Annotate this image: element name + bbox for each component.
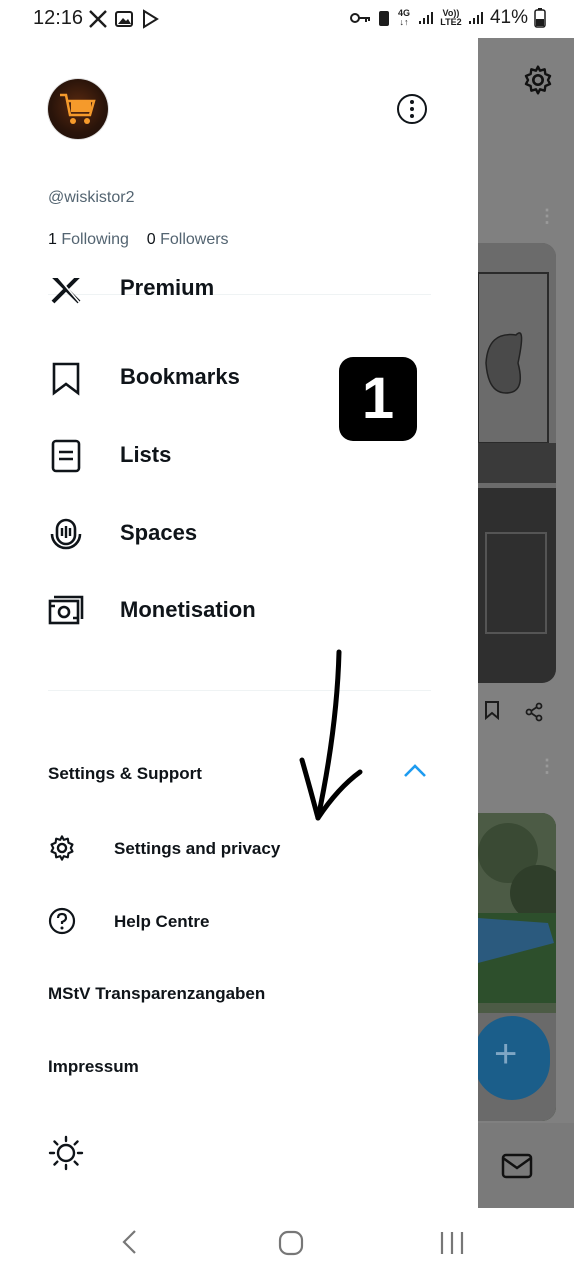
nav-item-premium[interactable]: Premium [48, 278, 448, 314]
signal-icon-2 [468, 12, 483, 24]
theme-toggle-sun-icon[interactable] [48, 1135, 84, 1171]
money-icon [48, 595, 84, 625]
nav-label-lists: Lists [120, 442, 172, 467]
side-drawer: @wiskistor2 1 Following 0 Followers Prem… [0, 38, 478, 1208]
vpn-key-icon [349, 13, 370, 23]
nav-label-premium: Premium [120, 278, 215, 300]
annotation-arrow-icon [299, 649, 363, 821]
background-bookmark-icon [485, 701, 499, 720]
battery-saver-icon [378, 11, 389, 26]
plus-icon: + [494, 1032, 518, 1076]
help-centre-item[interactable]: Help Centre [48, 901, 428, 941]
brain-display-image [478, 243, 556, 683]
step-number-badge: 1 [339, 357, 417, 441]
following-link[interactable]: 1 Following [48, 231, 129, 248]
help-icon [48, 907, 76, 935]
chevron-up-icon[interactable] [402, 761, 428, 781]
follow-stats: 1 Following 0 Followers [48, 231, 229, 249]
nav-item-spaces[interactable]: Spaces [48, 509, 448, 559]
status-notification-icons [88, 9, 160, 29]
settings-and-privacy-label: Settings and privacy [114, 839, 281, 858]
nav-label-bookmarks: Bookmarks [120, 364, 240, 389]
back-icon[interactable] [120, 1228, 140, 1256]
settings-and-privacy-item[interactable]: Settings and privacy [48, 828, 428, 868]
background-tab-bar [478, 1123, 574, 1208]
spaces-icon [50, 518, 82, 550]
home-icon[interactable] [278, 1230, 304, 1256]
nav-label-spaces: Spaces [120, 520, 198, 545]
status-bar: 12:16 4G ↓↑ Vo)) LTE2 41% [0, 0, 574, 38]
background-gear-icon [524, 65, 552, 95]
followers-link[interactable]: 0 Followers [147, 231, 229, 248]
user-handle[interactable]: @wiskistor2 [48, 189, 134, 207]
background-more-icon-2: ⋮ [538, 756, 556, 776]
mail-icon[interactable] [501, 1153, 533, 1179]
background-share-icon [525, 702, 543, 722]
help-centre-label: Help Centre [114, 912, 210, 931]
background-compose-button[interactable]: + [478, 1016, 550, 1100]
shopping-cart-logo [60, 93, 96, 124]
divider [48, 690, 431, 691]
play-store-icon [143, 9, 159, 29]
network-type: 4G ↓↑ [397, 8, 410, 27]
battery-percent: 41% [489, 7, 528, 28]
gallery-icon [115, 11, 133, 27]
background-post-image [478, 243, 556, 683]
system-navigation-bar [0, 1208, 574, 1280]
volte-indicator: Vo)) LTE2 [440, 8, 462, 27]
nav-label-monetisation: Monetisation [120, 597, 256, 622]
list-icon [51, 439, 81, 473]
settings-support-header[interactable]: Settings & Support [48, 764, 202, 784]
recent-apps-icon[interactable] [438, 1230, 466, 1256]
battery-icon [534, 8, 546, 28]
nav-item-monetisation[interactable]: Monetisation [48, 586, 448, 636]
mstv-transparenzangaben-link[interactable]: MStV Transparenzangaben [48, 984, 265, 1004]
background-more-icon: ⋮ [538, 206, 556, 226]
signal-icon-1 [418, 12, 433, 24]
status-right-icons: 4G ↓↑ Vo)) LTE2 41% [349, 7, 546, 29]
x-notification-icon [89, 10, 107, 28]
gear-icon [50, 835, 74, 861]
x-logo-icon [51, 278, 81, 304]
avatar[interactable] [48, 79, 108, 139]
more-options-icon[interactable] [396, 93, 428, 125]
dimmed-background-feed[interactable]: ⋮ ⋮ + [478, 38, 574, 1208]
impressum-link[interactable]: Impressum [48, 1057, 139, 1077]
status-time: 12:16 [33, 7, 84, 29]
bookmark-icon [52, 362, 80, 396]
